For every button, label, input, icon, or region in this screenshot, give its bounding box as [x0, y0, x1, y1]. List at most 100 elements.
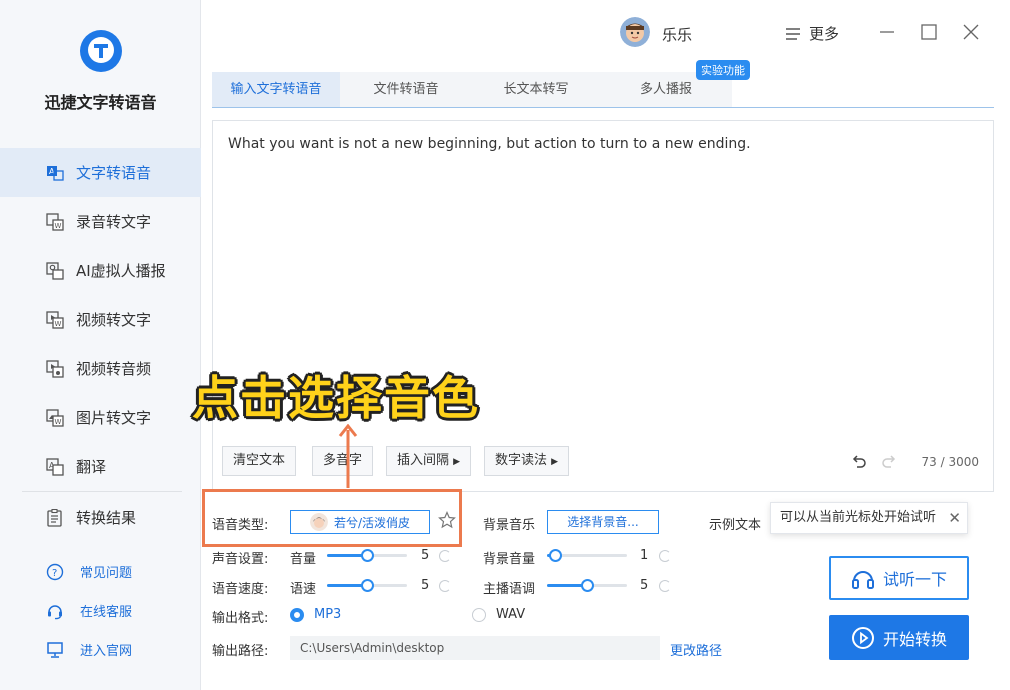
- sidebar-item-translate[interactable]: A 翻译: [0, 442, 201, 491]
- format-mp3-label[interactable]: MP3: [314, 607, 341, 622]
- sidebar-item-results[interactable]: 转换结果: [0, 493, 201, 542]
- menu-icon: [786, 27, 800, 40]
- output-path-field[interactable]: C:\Users\Admin\desktop: [290, 636, 660, 660]
- editor-text[interactable]: What you want is not a new beginning, bu…: [228, 136, 968, 152]
- results-icon: [46, 508, 64, 527]
- volume-value: 5: [421, 548, 430, 563]
- play-triangle-icon: ▶: [551, 457, 559, 467]
- ai-avatar-icon: [46, 261, 64, 280]
- change-path-link[interactable]: 更改路径: [670, 640, 722, 659]
- format-mp3-radio[interactable]: [290, 608, 304, 622]
- tooltip-close-icon[interactable]: ✕: [948, 503, 961, 533]
- sidebar-item-label: 文字转语音: [76, 164, 152, 182]
- reset-pitch-icon[interactable]: [659, 580, 671, 592]
- user-avatar[interactable]: [620, 17, 650, 47]
- svg-text:?: ?: [52, 568, 57, 579]
- image-to-text-icon: W: [46, 408, 64, 427]
- favorite-star-icon[interactable]: [438, 511, 456, 529]
- sidebar-item-label: 录音转文字: [76, 213, 152, 231]
- sidebar-item-video-to-text[interactable]: W 视频转文字: [0, 295, 201, 344]
- support-link[interactable]: 在线客服: [0, 591, 201, 630]
- sidebar-item-label: 图片转文字: [76, 409, 152, 427]
- speed-label: 语音速度:: [212, 582, 269, 597]
- bg-volume-slider[interactable]: [547, 549, 627, 562]
- clear-text-button[interactable]: 清空文本: [222, 446, 297, 476]
- tab-bar: 输入文字转语音 文件转语音 长文本转写 多人播报: [212, 72, 994, 108]
- format-wav-radio[interactable]: [472, 608, 486, 622]
- speed-sub-label: 语速: [290, 582, 317, 597]
- slider-knob[interactable]: [549, 549, 562, 562]
- slider-knob[interactable]: [361, 549, 374, 562]
- reset-bg-volume-icon[interactable]: [659, 550, 671, 562]
- tab-text-to-speech[interactable]: 输入文字转语音: [212, 72, 340, 107]
- speed-slider[interactable]: [327, 579, 407, 592]
- pitch-value: 5: [640, 578, 649, 593]
- number-reading-label: 数字读法: [495, 453, 548, 468]
- sound-settings-label: 声音设置:: [212, 552, 269, 567]
- undo-icon[interactable]: [851, 453, 867, 469]
- start-convert-button[interactable]: 开始转换: [829, 615, 969, 660]
- help-link-label: 常见问题: [80, 566, 133, 581]
- volume-slider[interactable]: [327, 549, 407, 562]
- sidebar-item-text-to-speech[interactable]: A 文字转语音: [0, 148, 201, 197]
- bgm-label: 背景音乐: [483, 518, 536, 533]
- help-link[interactable]: ? 常见问题: [0, 552, 201, 591]
- website-link[interactable]: 进入官网: [0, 630, 201, 669]
- pitch-slider[interactable]: [547, 579, 627, 592]
- insert-pause-label: 插入间隔: [397, 453, 450, 468]
- reset-speed-icon[interactable]: [439, 580, 451, 592]
- sidebar-item-ai-avatar[interactable]: AI虚拟人播报: [0, 246, 201, 295]
- more-menu-button[interactable]: 更多: [785, 23, 839, 44]
- sidebar-nav: A 文字转语音 W 录音转文字 AI虚拟人播报 W 视频转文字 视频转音频 W …: [0, 148, 201, 491]
- voice-avatar-icon: [309, 513, 328, 531]
- svg-text:W: W: [55, 418, 62, 426]
- headphones-icon: [851, 571, 874, 589]
- sidebar-item-label: 翻译: [76, 458, 107, 476]
- text-editor[interactable]: What you want is not a new beginning, bu…: [212, 120, 994, 492]
- select-bgm-button[interactable]: 选择背景音...: [547, 510, 659, 534]
- annotation-arrow-icon: [338, 424, 358, 488]
- tab-long-text[interactable]: 长文本转写: [472, 72, 600, 107]
- app-logo-icon: [80, 30, 122, 72]
- path-label: 输出路径:: [212, 644, 269, 659]
- voice-type-label: 语音类型:: [212, 518, 269, 533]
- sidebar-item-label: 转换结果: [76, 509, 137, 527]
- svg-text:W: W: [55, 320, 62, 328]
- video-to-text-icon: W: [46, 310, 64, 329]
- sidebar-item-label: 视频转音频: [76, 360, 152, 378]
- sample-text-label[interactable]: 示例文本: [709, 514, 761, 533]
- headset-icon: [46, 602, 64, 620]
- sidebar-item-video-to-audio[interactable]: 视频转音频: [0, 344, 201, 393]
- app-title: 迅捷文字转语音: [44, 93, 157, 112]
- monitor-icon: [46, 641, 64, 659]
- help-icon: ?: [46, 563, 64, 581]
- reset-volume-icon[interactable]: [439, 550, 451, 562]
- more-label: 更多: [809, 25, 840, 43]
- tab-file-to-speech[interactable]: 文件转语音: [342, 72, 470, 107]
- support-link-label: 在线客服: [80, 605, 133, 620]
- slider-knob[interactable]: [581, 579, 594, 592]
- format-wav-label[interactable]: WAV: [496, 607, 525, 622]
- play-circle-icon: [851, 626, 874, 649]
- svg-text:W: W: [55, 222, 62, 230]
- minimize-icon[interactable]: [877, 22, 897, 42]
- sidebar-item-image-to-text[interactable]: W 图片转文字: [0, 393, 201, 442]
- username[interactable]: 乐乐: [662, 24, 692, 45]
- insert-pause-button[interactable]: 插入间隔 ▶: [386, 446, 472, 476]
- maximize-icon[interactable]: [919, 22, 939, 42]
- sidebar-item-label: AI虚拟人播报: [76, 262, 166, 280]
- number-reading-button[interactable]: 数字读法 ▶: [484, 446, 570, 476]
- character-counter: 73 / 3000: [921, 455, 979, 469]
- sidebar: 迅捷文字转语音 A 文字转语音 W 录音转文字 AI虚拟人播报 W 视频转文字: [0, 0, 201, 690]
- redo-icon[interactable]: [881, 453, 897, 469]
- preview-button[interactable]: 试听一下: [829, 556, 969, 600]
- sidebar-item-audio-to-text[interactable]: W 录音转文字: [0, 197, 201, 246]
- slider-knob[interactable]: [361, 579, 374, 592]
- preview-tooltip: 可以从当前光标处开始试听 ✕: [770, 502, 968, 534]
- sidebar-item-label: 视频转文字: [76, 311, 152, 329]
- experimental-badge: 实验功能: [696, 60, 750, 80]
- voice-select-button[interactable]: 若兮/活泼俏皮: [290, 510, 430, 534]
- audio-to-text-icon: W: [46, 212, 64, 231]
- close-icon[interactable]: [961, 22, 981, 42]
- format-label: 输出格式:: [212, 611, 269, 626]
